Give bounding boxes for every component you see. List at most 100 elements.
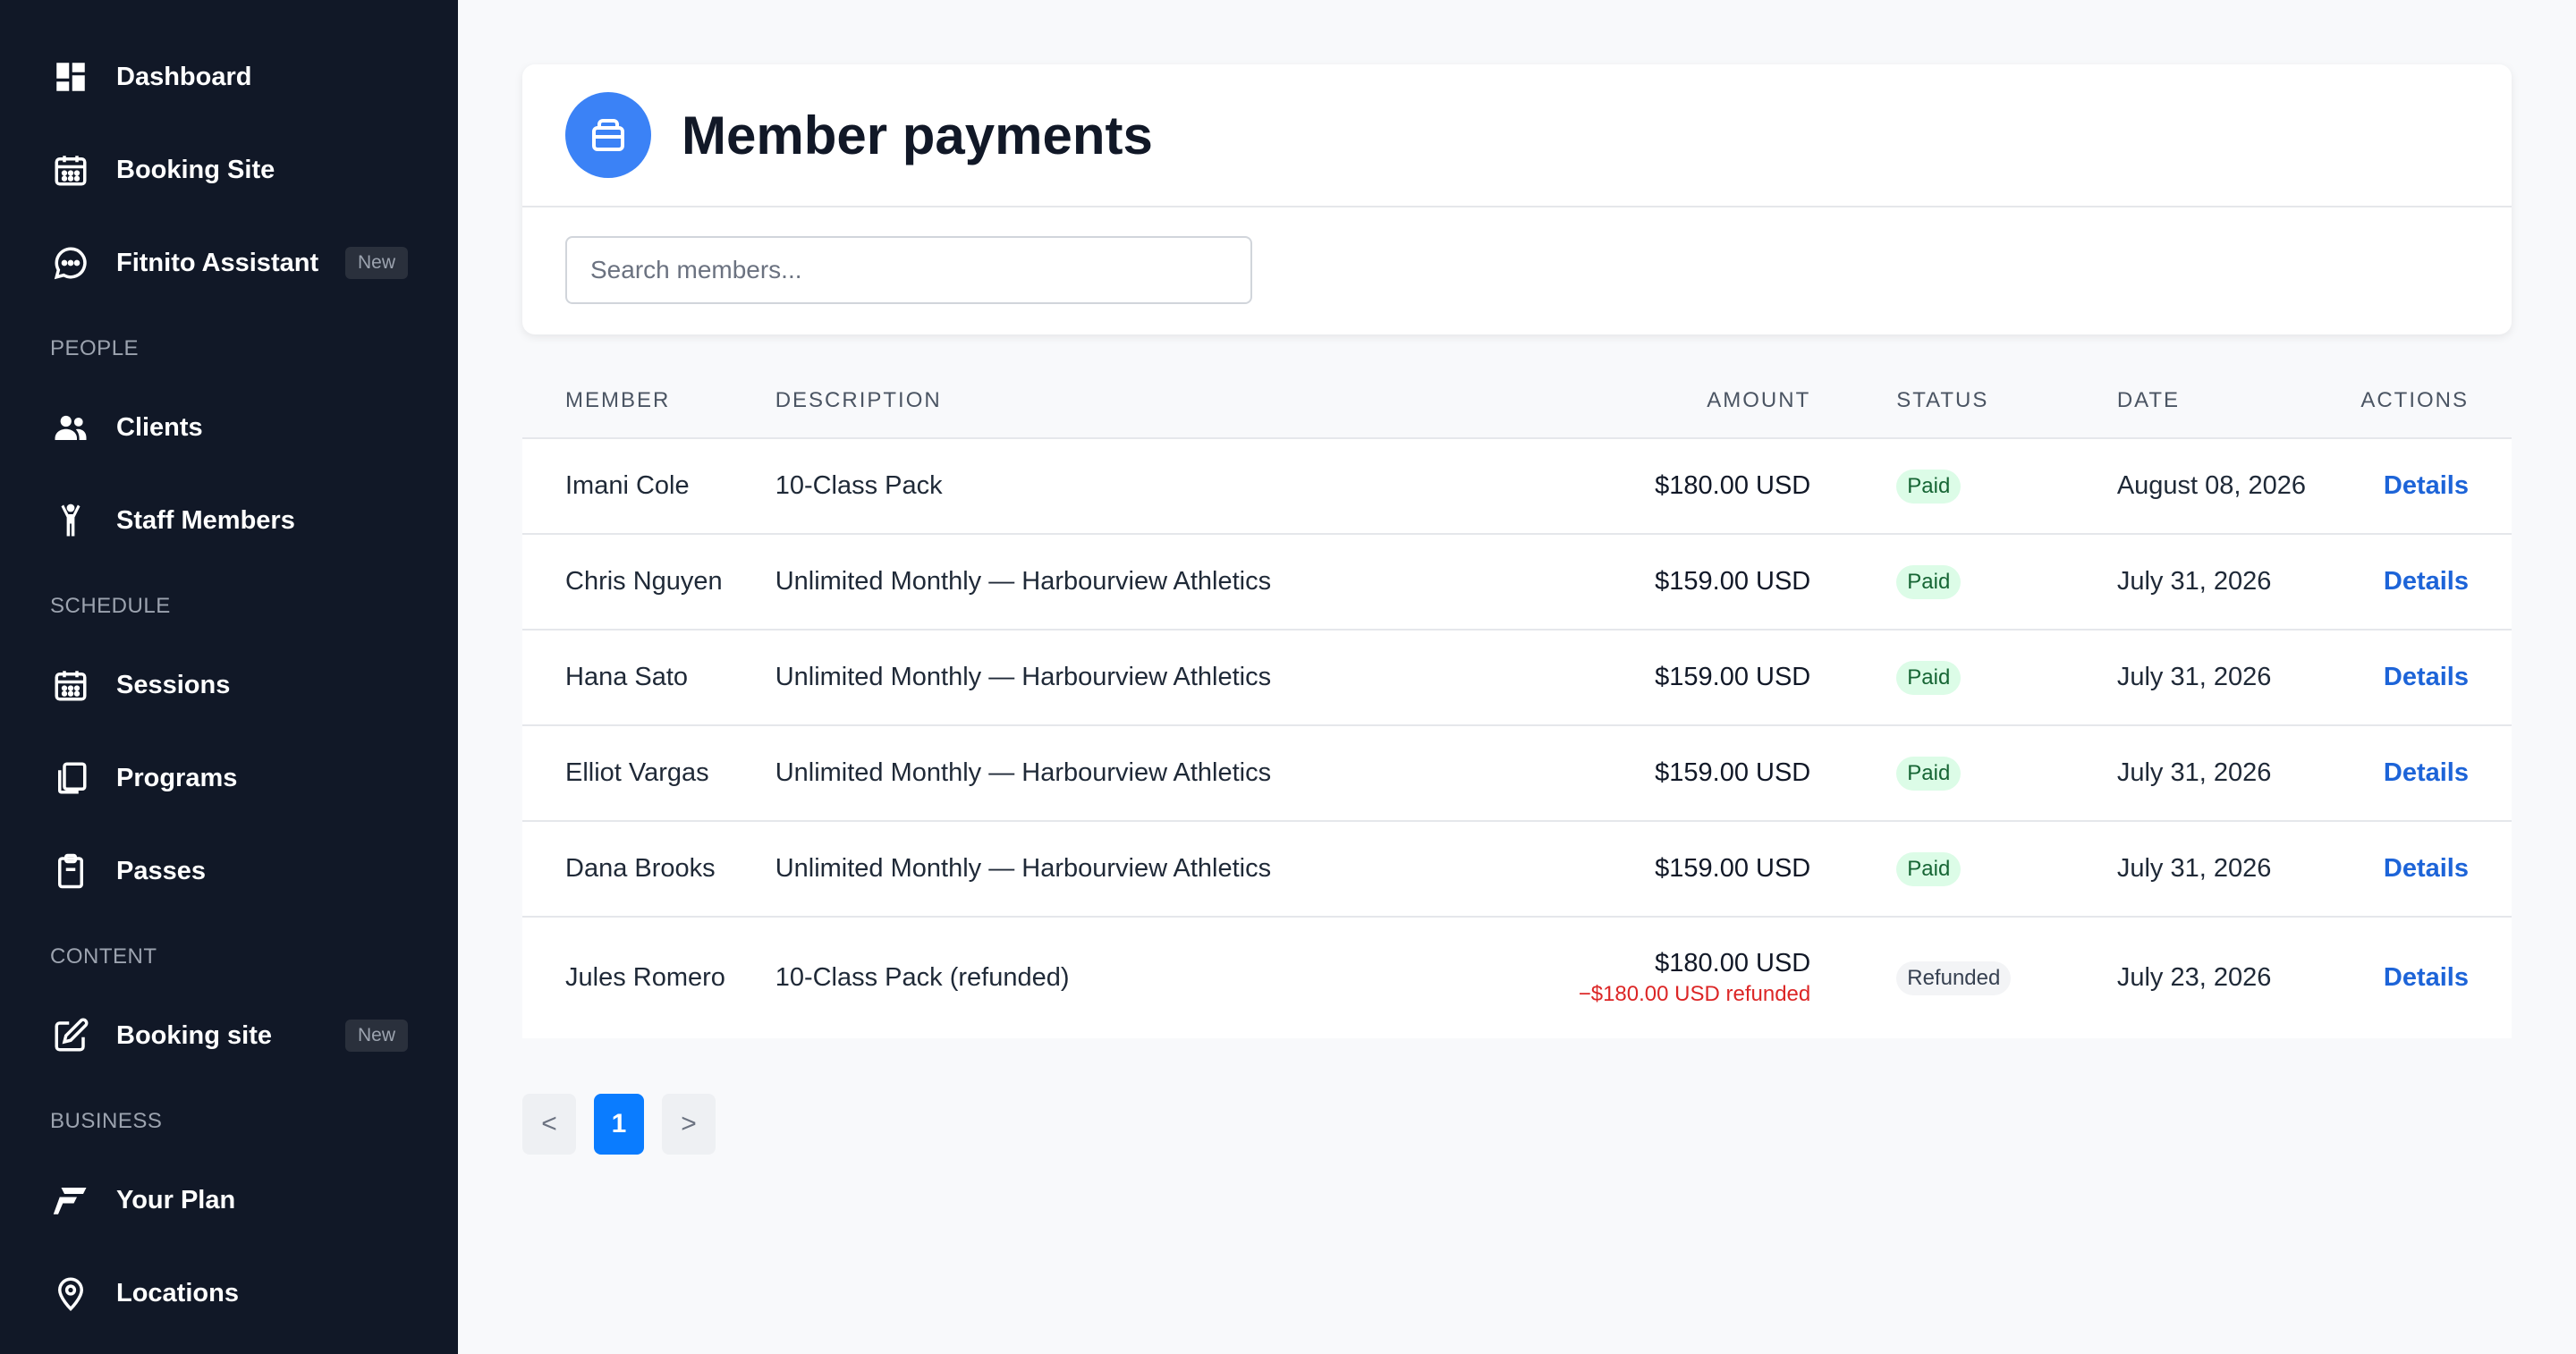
sidebar-item-dashboard[interactable]: Dashboard [0, 30, 458, 123]
payment-description: Unlimited Monthly — Harbourview Athletic… [775, 663, 1272, 691]
clipboard-copy-icon [50, 757, 91, 799]
status-cell: Paid [1810, 821, 2117, 917]
clipboard-icon [50, 850, 91, 892]
column-header-description: DESCRIPTION [775, 363, 1312, 439]
payment-description: Unlimited Monthly — Harbourview Athletic… [775, 854, 1272, 883]
payments-table: MEMBER DESCRIPTION AMOUNT STATUS DATE AC… [522, 363, 2512, 1038]
amount-cell: $180.00 USD [1312, 438, 1810, 534]
payment-date: July 23, 2026 [2116, 963, 2272, 992]
amount-cell: $159.00 USD [1312, 821, 1810, 917]
sidebar-item-sessions[interactable]: Sessions [0, 639, 458, 732]
amount-cell: $159.00 USD [1312, 630, 1810, 725]
main-content: Member payments MEMBER DESCRIPTION AMOUN… [458, 0, 2576, 1354]
column-header-date: DATE [2116, 363, 2361, 439]
sidebar-item-label: Staff Members [116, 505, 295, 535]
details-link[interactable]: Details [2384, 471, 2469, 500]
new-badge: New [344, 1020, 408, 1052]
status-cell: Paid [1810, 438, 2117, 534]
status-badge: Refunded [1896, 960, 2012, 995]
sidebar-item-staff-members[interactable]: Staff Members [0, 474, 458, 567]
payment-description: 10-Class Pack (refunded) [775, 963, 1070, 992]
details-link[interactable]: Details [2384, 758, 2469, 787]
payment-description: Unlimited Monthly — Harbourview Athletic… [775, 567, 1272, 596]
member-name: Elliot Vargas [565, 758, 709, 787]
map-pin-icon [50, 1273, 91, 1314]
amount-cell: $159.00 USD [1312, 725, 1810, 821]
member-name: Hana Sato [565, 663, 689, 691]
member-name: Imani Cole [565, 471, 690, 500]
payment-description: Unlimited Monthly — Harbourview Athletic… [775, 758, 1272, 787]
sidebar-item-your-plan[interactable]: Your Plan [0, 1154, 458, 1247]
sidebar-item-locations[interactable]: Locations [0, 1247, 458, 1340]
payment-date: July 31, 2026 [2116, 854, 2272, 883]
sidebar-item-passes[interactable]: Passes [0, 825, 458, 918]
sidebar-item-booking-site[interactable]: Booking Site [0, 123, 458, 216]
sidebar-item-label: Fitnito Assistant [116, 248, 319, 277]
details-link[interactable]: Details [2384, 854, 2469, 883]
details-link[interactable]: Details [2384, 567, 2469, 596]
table-row: Hana Sato Unlimited Monthly — Harbourvie… [522, 630, 2512, 725]
actions-cell: Details [2360, 725, 2512, 821]
person-icon [50, 500, 91, 541]
sidebar-item-label: Booking Site [116, 155, 275, 184]
page-1-button[interactable]: 1 [594, 1094, 644, 1155]
payment-description: 10-Class Pack [775, 471, 943, 500]
page-title: Member payments [682, 105, 1153, 165]
users-icon [50, 407, 91, 448]
sidebar-item-label: Sessions [116, 670, 231, 699]
payments-header-card: Member payments [522, 64, 2512, 334]
dashboard-icon [50, 56, 91, 97]
sidebar-item-booking-site-content[interactable]: Booking site New [0, 989, 458, 1082]
previous-page-button[interactable]: < [522, 1094, 576, 1155]
page-header: Member payments [522, 64, 2512, 207]
actions-cell: Details [2360, 917, 2512, 1038]
status-cell: Paid [1810, 630, 2117, 725]
status-badge: Paid [1896, 564, 1962, 599]
payment-date: July 31, 2026 [2116, 758, 2272, 787]
sidebar-item-label: Locations [116, 1278, 239, 1307]
payment-date: July 31, 2026 [2116, 663, 2272, 691]
sidebar-item-label: Dashboard [116, 62, 252, 91]
edit-icon [50, 1015, 91, 1056]
sidebar-item-label: Programs [116, 763, 238, 792]
amount-value: $159.00 USD [1655, 663, 1811, 691]
sidebar: Dashboard Booking Site Fitnito Assistant… [0, 0, 458, 1354]
chat-icon [50, 242, 91, 283]
member-name: Jules Romero [565, 963, 725, 992]
details-link[interactable]: Details [2384, 663, 2469, 691]
sidebar-item-fitnito-assistant[interactable]: Fitnito Assistant New [0, 216, 458, 309]
column-header-status: STATUS [1810, 363, 2117, 439]
status-cell: Paid [1810, 534, 2117, 630]
section-heading-content: CONTENT [50, 944, 157, 969]
inbox-icon [565, 92, 651, 178]
section-heading-business: BUSINESS [50, 1109, 163, 1133]
table-row: Imani Cole 10-Class Pack $180.00 USD Pai… [522, 438, 2512, 534]
status-badge: Paid [1896, 469, 1962, 504]
details-link[interactable]: Details [2384, 963, 2469, 992]
sidebar-item-clients[interactable]: Clients [0, 381, 458, 474]
brand-f-icon [50, 1180, 91, 1221]
actions-cell: Details [2360, 821, 2512, 917]
member-name: Chris Nguyen [565, 567, 723, 596]
search-bar [522, 207, 2512, 334]
table-row: Jules Romero 10-Class Pack (refunded) $1… [522, 917, 2512, 1038]
next-page-button[interactable]: > [662, 1094, 716, 1155]
actions-cell: Details [2360, 630, 2512, 725]
search-input[interactable] [565, 236, 1252, 304]
table-header-row: MEMBER DESCRIPTION AMOUNT STATUS DATE AC… [522, 363, 2512, 439]
amount-value: $159.00 USD [1655, 758, 1811, 787]
payment-date: August 08, 2026 [2116, 471, 2307, 500]
amount-cell: $159.00 USD [1312, 534, 1810, 630]
section-heading-people: PEOPLE [50, 336, 140, 360]
sidebar-item-programs[interactable]: Programs [0, 732, 458, 825]
status-cell: Refunded [1810, 917, 2117, 1038]
payment-date: July 31, 2026 [2116, 567, 2272, 596]
status-badge: Paid [1896, 851, 1962, 886]
column-header-member: MEMBER [522, 363, 775, 439]
sidebar-item-label: Passes [116, 856, 206, 885]
column-header-amount: AMOUNT [1311, 363, 1811, 439]
amount-value: $180.00 USD [1655, 471, 1811, 500]
calendar-icon [50, 149, 91, 190]
sidebar-item-label: Clients [116, 412, 203, 442]
status-badge: Paid [1896, 660, 1962, 695]
